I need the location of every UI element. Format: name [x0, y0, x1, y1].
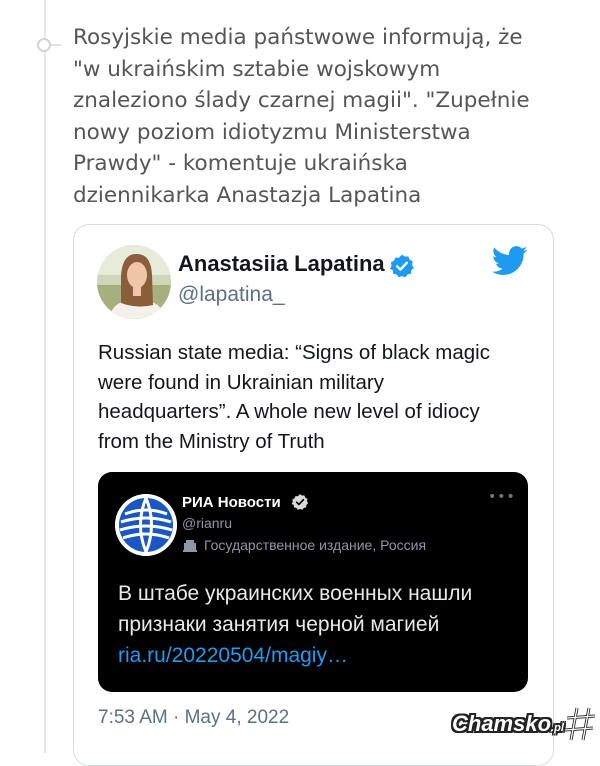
ellipsis-icon: •••	[488, 489, 516, 505]
tweet-timestamp[interactable]: 7:53 AM · May 4, 2022	[98, 707, 289, 729]
post-line: dziennikarka Anastazja Lapatina	[73, 182, 422, 208]
post-line: nowy poziom idiotyzmu Ministerstwa	[73, 119, 471, 145]
watermark-hash-icon	[564, 707, 596, 741]
watermark: Chamsko.pl	[452, 711, 564, 737]
ria-line: В штабе украинских военных нашли	[118, 582, 473, 605]
avatar[interactable]	[97, 245, 171, 319]
tweet-line: Russian state media: “Signs of black mag…	[98, 341, 490, 364]
ria-logo	[115, 494, 177, 556]
verified-badge-icon	[291, 494, 309, 510]
author-handle[interactable]: @lapatina_	[178, 283, 285, 307]
thread-node	[37, 38, 51, 52]
watermark-suffix: .pl	[551, 722, 564, 734]
author-name[interactable]: Anastasiia Lapatina	[178, 251, 385, 277]
ria-handle: @rianru	[182, 515, 233, 531]
ria-line: признаки занятия черной магией	[118, 613, 440, 636]
state-media-text: Государственное издание, Россия	[204, 537, 427, 553]
post-line: Rosyjskie media państwowe informują, że	[73, 25, 523, 50]
post-line: Prawdy" - komentuje ukraińska	[73, 151, 408, 176]
post-text: Rosyjskie media państwowe informują, że …	[73, 22, 583, 211]
ria-link: ria.ru/20220504/magiy…	[118, 644, 348, 667]
tweet-line: from the Ministry of Truth	[98, 429, 325, 453]
verified-badge-icon	[389, 254, 414, 278]
post-line: znaleziono ślady czarnej magii". "Zupełn…	[73, 88, 530, 113]
thread-connector	[51, 44, 61, 46]
state-media-icon	[183, 540, 197, 552]
tweet-line: were found in Ukrainian military	[98, 370, 384, 394]
thread-line	[44, 0, 46, 753]
tweet-body: Russian state media: “Signs of black mag…	[98, 338, 538, 456]
ria-name: РИА Новости	[182, 494, 281, 511]
state-media-label: Государственное издание, Россия	[182, 537, 426, 553]
ria-text: В штабе украинских военных нашли признак…	[118, 578, 518, 671]
post-line: "w ukraińskim sztabie wojskowym	[73, 56, 441, 82]
twitter-bird-icon[interactable]	[492, 246, 528, 276]
watermark-main: Chamsko	[452, 711, 552, 736]
tweet-line: headquarters”. A whole new level of idio…	[98, 400, 480, 423]
